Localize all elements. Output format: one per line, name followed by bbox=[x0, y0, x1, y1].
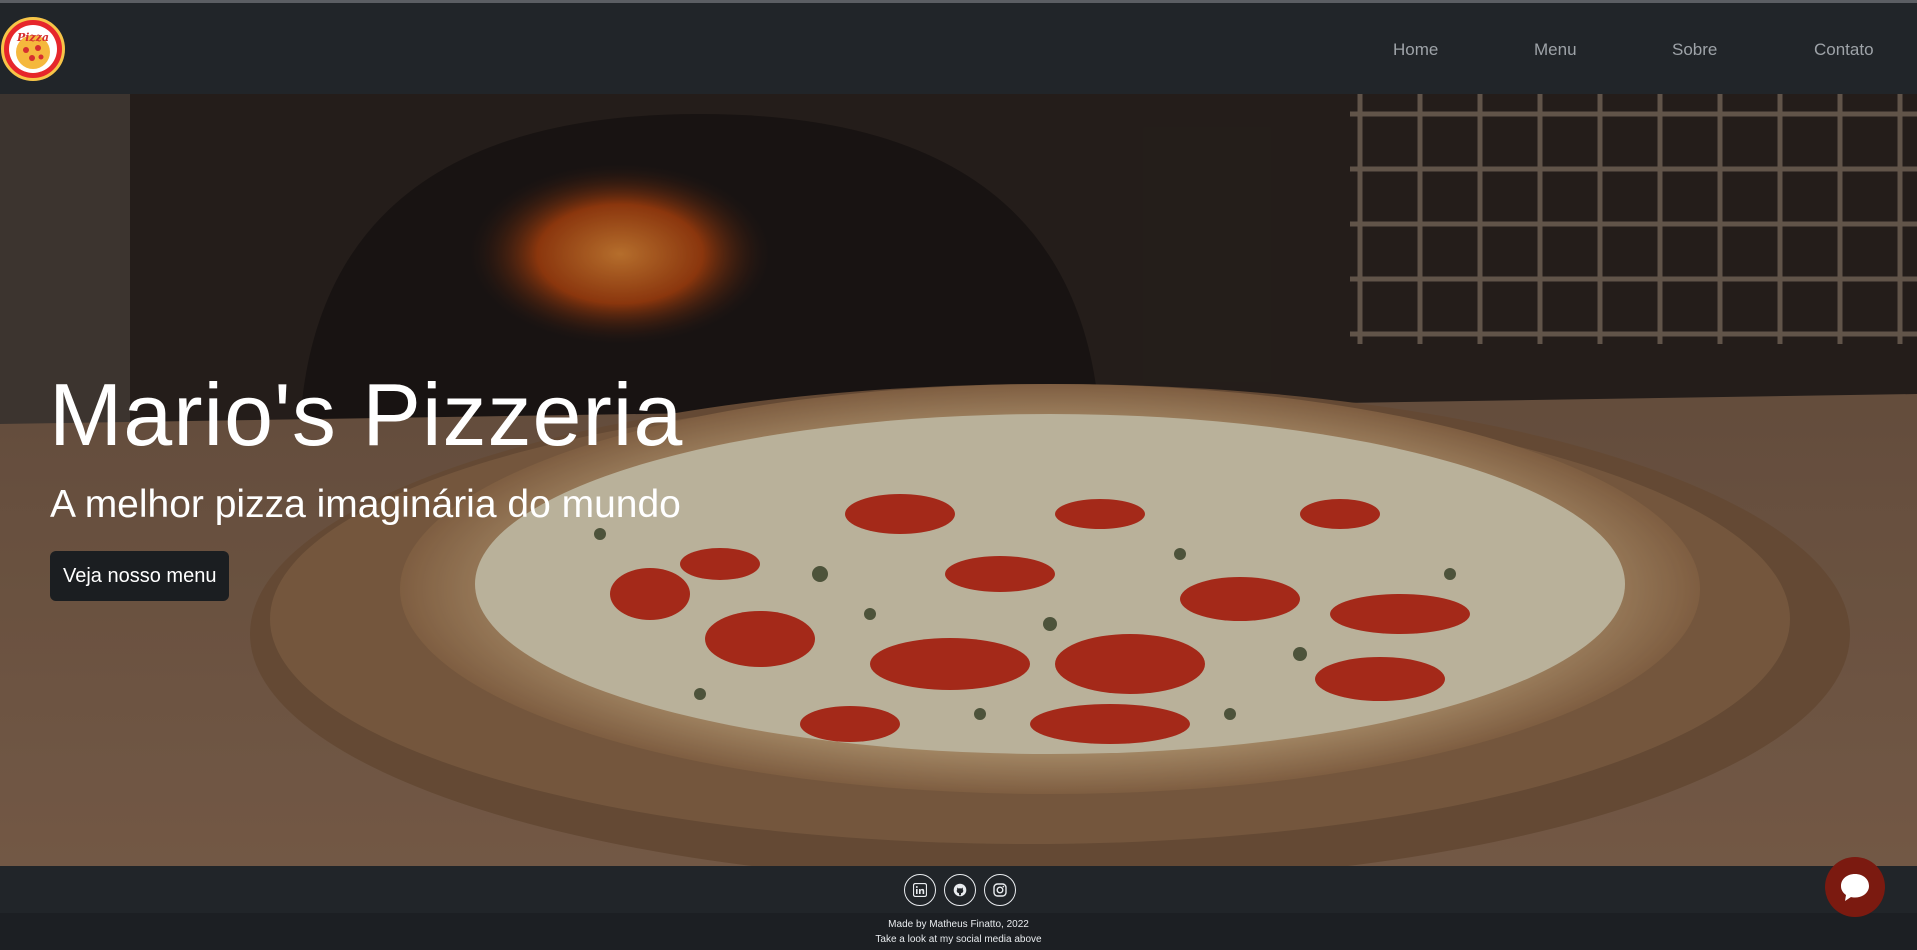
view-menu-button[interactable]: Veja nosso menu bbox=[50, 551, 230, 601]
github-icon bbox=[953, 883, 967, 897]
hero-subtitle: A melhor pizza imaginária do mundo bbox=[50, 483, 681, 526]
hero-title: Mario's Pizzeria bbox=[49, 365, 684, 464]
social-bar bbox=[0, 866, 1917, 913]
svg-text:Pizza: Pizza bbox=[16, 31, 49, 44]
instagram-button[interactable] bbox=[984, 874, 1016, 906]
hero-section: Mario's Pizzeria A melhor pizza imaginár… bbox=[0, 94, 1917, 866]
chat-button[interactable] bbox=[1825, 857, 1885, 917]
nav-contato[interactable]: Contato bbox=[1814, 40, 1874, 60]
credit-author: Made by Matheus Finatto, 2022 bbox=[888, 919, 1029, 930]
pizza-logo[interactable]: Pizza bbox=[1, 17, 65, 81]
footer-credits: Made by Matheus Finatto, 2022 Take a loo… bbox=[0, 913, 1917, 950]
nav-menu[interactable]: Menu bbox=[1534, 40, 1577, 60]
credit-note: Take a look at my social media above bbox=[875, 934, 1042, 945]
chat-bubble-icon bbox=[1841, 874, 1869, 901]
hero-dark-overlay bbox=[0, 94, 1917, 866]
linkedin-icon bbox=[913, 883, 927, 897]
linkedin-button[interactable] bbox=[904, 874, 936, 906]
navbar: Pizza Home Menu Sobre Contato bbox=[0, 3, 1917, 94]
nav-sobre[interactable]: Sobre bbox=[1672, 40, 1717, 60]
pizza-logo-icon: Pizza bbox=[9, 25, 57, 73]
instagram-icon bbox=[993, 883, 1007, 897]
github-button[interactable] bbox=[944, 874, 976, 906]
nav-home[interactable]: Home bbox=[1393, 40, 1438, 60]
